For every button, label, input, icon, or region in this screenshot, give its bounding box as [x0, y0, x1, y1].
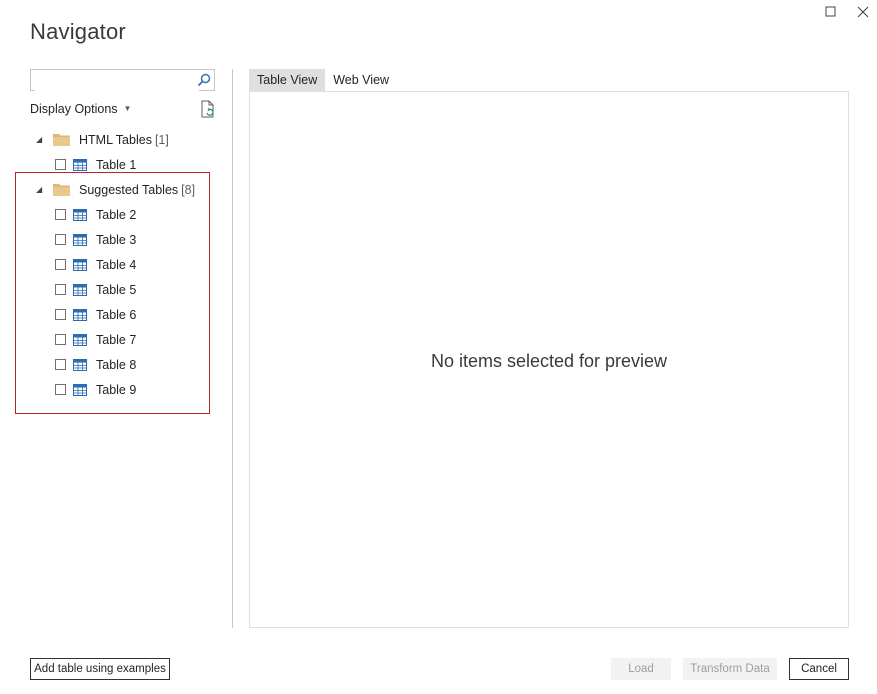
table-label: Table 5: [96, 282, 137, 297]
table-label: Table 9: [96, 382, 137, 397]
tree-item-table-2[interactable]: Table 2: [55, 202, 136, 227]
table-icon: [73, 383, 87, 396]
tree-item-table-4[interactable]: Table 4: [55, 252, 136, 277]
transform-data-button[interactable]: Transform Data: [683, 658, 777, 680]
table-label: Table 8: [96, 357, 137, 372]
search-box: [30, 69, 215, 91]
table-icon: [73, 283, 87, 296]
tree-item-table-6[interactable]: Table 6: [55, 302, 136, 327]
table-icon: [73, 333, 87, 346]
table-checkbox[interactable]: [55, 334, 66, 345]
table-checkbox[interactable]: [55, 359, 66, 370]
display-options-label: Display Options: [30, 102, 118, 116]
tab-web-view[interactable]: Web View: [325, 69, 397, 91]
tree-item-table-5[interactable]: Table 5: [55, 277, 136, 302]
load-button[interactable]: Load: [611, 658, 671, 680]
tree-item-table-9[interactable]: Table 9: [55, 377, 136, 402]
display-options-dropdown[interactable]: Display Options ▼: [30, 102, 131, 116]
folder-icon: [53, 133, 70, 146]
close-icon[interactable]: [853, 4, 873, 22]
refresh-icon[interactable]: [200, 100, 217, 119]
tree-group-count: [8]: [181, 182, 196, 197]
table-icon: [73, 358, 87, 371]
expand-triangle-icon[interactable]: ◢: [36, 185, 46, 194]
table-icon: [73, 258, 87, 271]
preview-pane: No items selected for preview: [249, 91, 849, 628]
table-icon: [73, 233, 87, 246]
cancel-button[interactable]: Cancel: [789, 658, 849, 680]
table-label: Table 4: [96, 257, 137, 272]
preview-empty-message: No items selected for preview: [430, 351, 668, 371]
table-checkbox[interactable]: [55, 284, 66, 295]
table-label: Table 7: [96, 332, 137, 347]
chevron-down-icon: ▼: [123, 104, 132, 113]
table-checkbox[interactable]: [55, 259, 66, 270]
tree-item-table-1[interactable]: Table 1: [55, 152, 136, 177]
table-icon: [73, 208, 87, 221]
table-label: Table 6: [96, 307, 137, 322]
table-checkbox[interactable]: [55, 209, 66, 220]
table-checkbox[interactable]: [55, 159, 66, 170]
pane-divider[interactable]: [232, 69, 233, 628]
table-label: Table 1: [96, 157, 137, 172]
table-checkbox[interactable]: [55, 234, 66, 245]
search-input[interactable]: [35, 71, 199, 91]
table-checkbox[interactable]: [55, 309, 66, 320]
tree-group-count: [1]: [154, 132, 169, 147]
table-label: Table 3: [96, 232, 137, 247]
folder-icon: [53, 183, 70, 196]
tree-group-label: Suggested Tables: [79, 182, 179, 197]
tree-group-label: HTML Tables: [79, 132, 152, 147]
tab-table-view[interactable]: Table View: [249, 69, 326, 91]
search-icon[interactable]: [197, 73, 211, 87]
expand-triangle-icon[interactable]: ◢: [36, 135, 46, 144]
tree-item-table-7[interactable]: Table 7: [55, 327, 136, 352]
table-icon: [73, 158, 87, 171]
table-checkbox[interactable]: [55, 384, 66, 395]
table-icon: [73, 308, 87, 321]
window-title: Navigator: [30, 19, 126, 44]
preview-tabs: Table View Web View: [249, 69, 397, 91]
tree-item-table-8[interactable]: Table 8: [55, 352, 136, 377]
table-label: Table 2: [96, 207, 137, 222]
tree-group-suggested-tables[interactable]: ◢ Suggested Tables [8]: [36, 177, 195, 202]
tree-item-table-3[interactable]: Table 3: [55, 227, 136, 252]
maximize-icon[interactable]: [821, 4, 841, 22]
tree-group-html-tables[interactable]: ◢ HTML Tables [1]: [36, 127, 169, 152]
add-table-using-examples-button[interactable]: Add table using examples: [30, 658, 170, 680]
